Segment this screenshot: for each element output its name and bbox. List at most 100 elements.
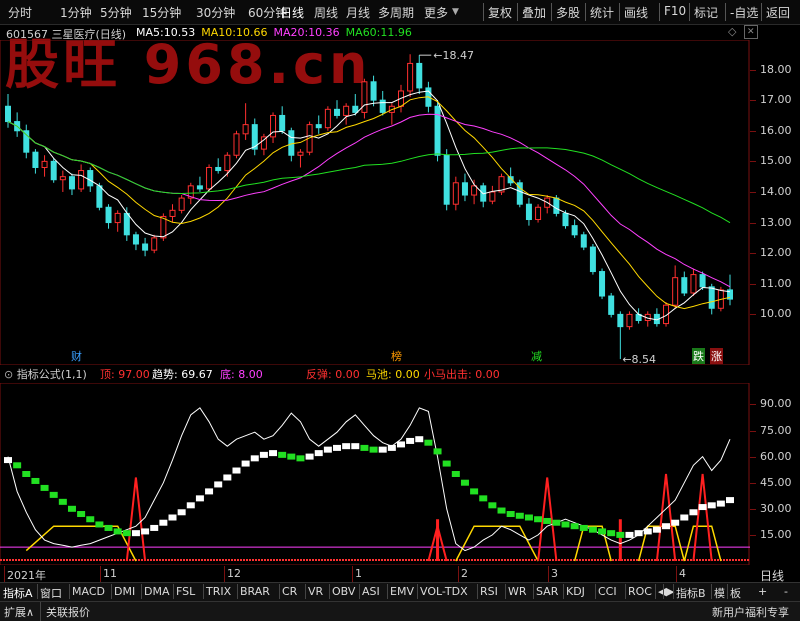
tab-divider [173,584,174,599]
candle [416,55,423,95]
tab-15[interactable]: WR [508,585,527,598]
candle [215,158,222,174]
trend-block [269,450,278,457]
toolbar-btn-1[interactable]: 叠加 [522,4,546,21]
tab-3[interactable]: DMI [114,585,135,598]
diamond-icon[interactable]: ◇ [728,25,736,38]
more-dropdown-icon[interactable]: ▼ [452,7,459,17]
tab-divider [37,584,38,599]
period-tab-2[interactable]: 5分钟 [100,4,132,21]
period-tab-0[interactable]: 分时 [8,4,32,21]
tab-16[interactable]: SAR [536,585,558,598]
toolbar-btn-6[interactable]: 标记 [694,4,718,21]
price-tick: 12.00 [760,246,792,260]
tab-2[interactable]: MACD [72,585,105,598]
rebound-spike [692,473,713,562]
tab-7[interactable]: BRAR [240,585,270,598]
period-tab-7[interactable]: 周线 [314,4,338,21]
tab-24[interactable]: 板 [730,585,741,601]
tab-11[interactable]: ASI [362,585,380,598]
trend-block [543,517,552,524]
trend-block [150,524,159,531]
indicator-tick: 45.00 [760,475,792,489]
trend-block [470,488,479,495]
indicator-toggle-icon[interactable]: ⊙ [4,368,13,381]
ma10-line [7,96,731,310]
toolbar-btn-3[interactable]: 统计 [590,4,614,21]
trend-block [205,488,214,495]
toolbar-btn-7[interactable]: -自选 [730,4,758,21]
toolbar-btn-4[interactable]: 画线 [624,4,648,21]
toolbar-btn-2[interactable]: 多股 [556,4,580,21]
candle [471,179,478,205]
event-marker-1[interactable]: 榜 [390,348,403,364]
period-tab-4[interactable]: 30分钟 [196,4,235,21]
ma-label: MA20: [273,26,309,39]
tick-mark [750,100,756,102]
new-user-benefit-link[interactable]: 新用户福利专享 [712,604,789,620]
candle [233,130,240,159]
event-marker-2[interactable]: 减 [530,348,543,364]
tab-6[interactable]: TRIX [206,585,231,598]
candle [315,115,322,134]
trend-block [634,530,643,537]
candle [297,149,304,168]
candle [132,231,139,251]
event-marker-3[interactable]: 跌 [692,348,705,364]
period-tab-8[interactable]: 月线 [346,4,370,21]
period-tab-10[interactable]: 更多 [424,4,448,21]
trend-block [698,504,707,511]
indicator-tick: 30.00 [760,501,792,515]
event-marker-0[interactable]: 财 [70,348,83,364]
tab-4[interactable]: DMA [144,585,170,598]
period-tab-1[interactable]: 1分钟 [60,4,92,21]
tab-13[interactable]: VOL-TDX [420,585,468,598]
trend-block [433,448,442,455]
tab-8[interactable]: CR [282,585,297,598]
candle [59,170,66,192]
tab-19[interactable]: ROC [628,585,652,598]
trend-block [570,523,579,530]
indicator-name[interactable]: 指标公式(1,1) [17,368,87,381]
close-icon[interactable]: ✕ [744,25,758,39]
tab-12[interactable]: EMV [390,585,414,598]
related-quote-button[interactable]: 关联报价 [46,604,90,620]
trend-block [671,519,680,526]
indicator-item-0: 顶: 97.00 [100,366,150,382]
ma-value: 10.53 [163,26,196,39]
date-tick-mark [224,566,225,582]
trend-block [278,451,287,458]
toolbar-btn-0[interactable]: 复权 [488,4,512,21]
tab-23[interactable]: 模 [714,585,725,601]
tab-14[interactable]: RSI [480,585,498,598]
tab-add-button[interactable]: + [758,585,767,598]
tab-10[interactable]: OBV [332,585,355,598]
tab-remove-button[interactable]: - [784,585,788,598]
event-marker-4[interactable]: 涨 [710,348,723,364]
indicator-item-label: 马池: [366,368,396,381]
date-tick-mark [548,566,549,582]
tab-divider [69,584,70,599]
trend-block [131,530,140,537]
tab-17[interactable]: KDJ [566,585,585,598]
candle [334,100,341,119]
ma20-line [7,113,731,288]
tab-22[interactable]: 指标B [676,585,706,601]
tab-0[interactable]: 指标A [3,585,33,601]
tick-mark [750,482,756,484]
toolbar-btn-5[interactable]: F10 [664,4,686,18]
toolbar-divider [585,3,586,21]
period-tab-6[interactable]: 日线 [280,4,304,21]
period-tab-3[interactable]: 15分钟 [142,4,181,21]
toolbar-btn-8[interactable]: 返回 [766,4,790,21]
trend-block [662,523,671,530]
tab-divider [663,584,664,599]
tab-1[interactable]: 窗口 [40,585,62,601]
period-tab-9[interactable]: 多周期 [378,4,414,21]
tab-5[interactable]: FSL [176,585,195,598]
tab-18[interactable]: CCI [598,585,617,598]
tab-9[interactable]: VR [308,585,323,598]
expand-button[interactable]: 扩展∧ [4,604,34,620]
trend-block [625,531,634,538]
toolbar-divider [761,3,762,21]
